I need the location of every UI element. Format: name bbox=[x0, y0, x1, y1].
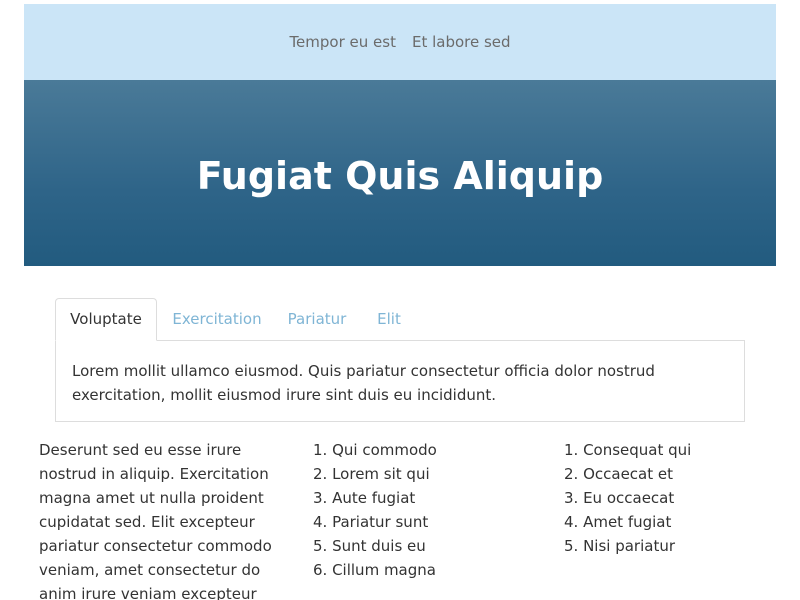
hero-banner: Fugiat Quis Aliquip bbox=[24, 80, 776, 266]
list-item: 1. Qui commodo bbox=[313, 441, 437, 459]
body-paragraph: Deserunt sed eu esse irure nostrud in al… bbox=[39, 441, 272, 600]
list-item: 5. Nisi pariatur bbox=[564, 537, 676, 555]
tab-elit[interactable]: Elit bbox=[358, 298, 420, 340]
list-item: 1. Consequat qui bbox=[564, 441, 692, 459]
numbered-list-a: 1. Qui commodo 2. Lorem sit qui 3. Aute … bbox=[313, 438, 503, 582]
numbered-list-b: 1. Consequat qui 2. Occaecat et 3. Eu oc… bbox=[564, 438, 754, 558]
list-item: 4. Pariatur sunt bbox=[313, 513, 429, 531]
page-title: Fugiat Quis Aliquip bbox=[196, 154, 604, 198]
list-item: 2. Occaecat et bbox=[564, 465, 673, 483]
list-item: 2. Lorem sit qui bbox=[313, 465, 430, 483]
tab-voluptate[interactable]: Voluptate bbox=[55, 298, 157, 341]
list-item: 3. Eu occaecat bbox=[564, 489, 675, 507]
tab-panel-content: Lorem mollit ullamco eiusmod. Quis paria… bbox=[55, 340, 745, 422]
list-item: 6. Cillum magna bbox=[313, 561, 436, 579]
list-item: 4. Amet fugiat bbox=[564, 513, 672, 531]
top-navigation: Tempor eu est Et labore sed bbox=[24, 4, 776, 80]
page: Tempor eu est Et labore sed Fugiat Quis … bbox=[0, 0, 800, 600]
nav-link-et-labore-sed[interactable]: Et labore sed bbox=[412, 35, 511, 50]
list-item: 5. Sunt duis eu bbox=[313, 537, 426, 555]
tab-pariatur[interactable]: Pariatur bbox=[276, 298, 358, 340]
list-item: 3. Aute fugiat bbox=[313, 489, 416, 507]
tab-exercitation[interactable]: Exercitation bbox=[158, 298, 276, 340]
nav-link-tempor-eu-est[interactable]: Tempor eu est bbox=[289, 35, 396, 50]
tab-list: Voluptate Exercitation Pariatur Elit bbox=[55, 298, 745, 341]
